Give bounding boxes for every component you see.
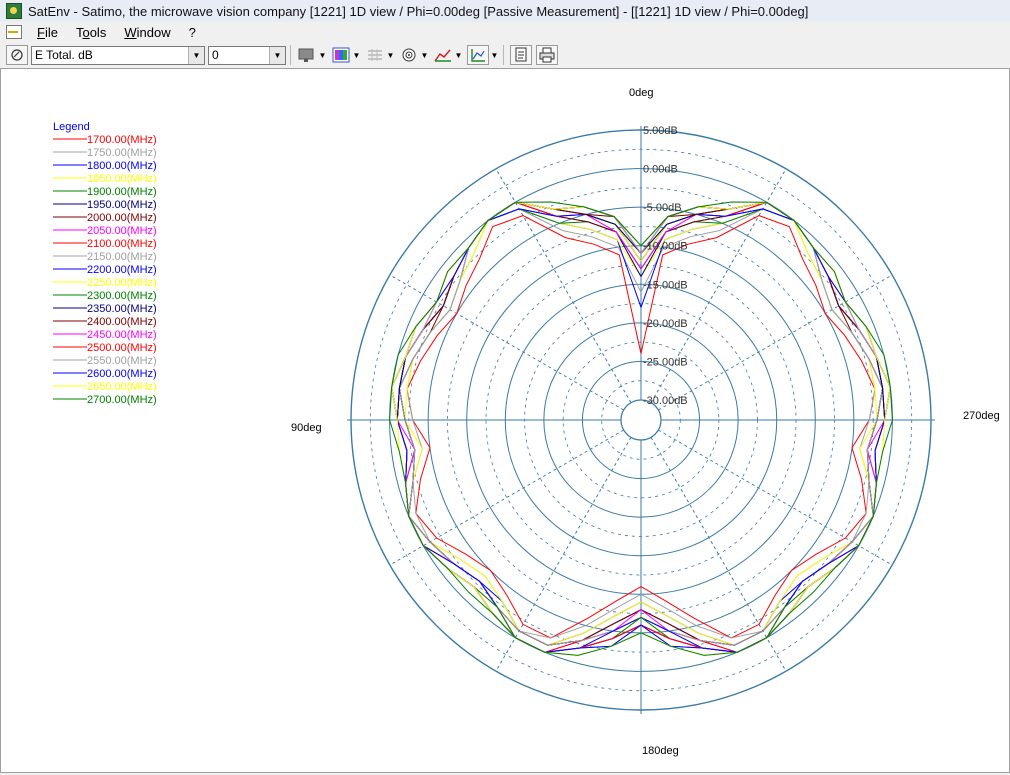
legend-entry: 2350.00(MHz) [87, 303, 157, 315]
monitor-icon [298, 48, 314, 62]
select-tool-icon [11, 49, 23, 61]
print-icon [539, 47, 555, 63]
ring-label: -30.00dB [643, 395, 688, 407]
polar-view-button[interactable] [399, 45, 419, 65]
angle-label-0: 0deg [629, 87, 653, 99]
menu-window[interactable]: Window [115, 25, 179, 40]
menu-file[interactable]: File [28, 25, 67, 40]
legend-entry: 2500.00(MHz) [87, 342, 157, 354]
print-button[interactable] [536, 45, 558, 65]
ring-label: 0.00dB [643, 164, 678, 176]
cartesian-icon [471, 49, 485, 62]
angle-label-90: 90deg [291, 422, 322, 434]
polar-plot: 5.00dB 0.00dB -5.00dB -10.00dB -15.00dB -20.0… [53, 87, 1000, 757]
legend-entry: 2650.00(MHz) [87, 381, 157, 393]
polar-view-dropdown[interactable]: ▼ [420, 45, 429, 65]
grid-button[interactable] [365, 45, 385, 65]
polar-icon [402, 48, 416, 62]
legend-title: Legend [53, 121, 90, 133]
cartesian-button[interactable] [467, 45, 489, 65]
legend-entry: 2050.00(MHz) [87, 225, 157, 237]
plot-canvas: 5.00dB 0.00dB -5.00dB -10.00dB -15.00dB -20.0… [0, 69, 1010, 773]
legend-entry: 2300.00(MHz) [87, 290, 157, 302]
ring-label: -20.00dB [643, 318, 688, 330]
menu-tools[interactable]: Tools [67, 25, 115, 40]
display-mode-button[interactable] [297, 45, 317, 65]
legend-entry: 1950.00(MHz) [87, 199, 157, 211]
legend-entry: 1700.00(MHz) [87, 134, 157, 146]
chevron-down-icon: ▼ [269, 46, 285, 64]
legend-entry: 2700.00(MHz) [87, 394, 157, 406]
legend-entry: 2600.00(MHz) [87, 368, 157, 380]
color-map-button[interactable] [331, 45, 351, 65]
index-select[interactable]: 0 ▼ [208, 45, 286, 65]
menu-help[interactable]: ? [180, 25, 205, 40]
display-mode-dropdown[interactable]: ▼ [318, 45, 327, 65]
ring-label: -10.00dB [643, 241, 688, 253]
ring-label: 5.00dB [643, 125, 678, 137]
line-plot-dropdown[interactable]: ▼ [454, 45, 463, 65]
legend-entry: 1850.00(MHz) [87, 173, 157, 185]
legend: Legend 1700.00(MHz)1750.00(MHz)1800.00(M… [53, 121, 157, 406]
ring-label: -25.00dB [643, 356, 688, 368]
legend-entry: 1750.00(MHz) [87, 147, 157, 159]
menu-bar: File Tools Window ? [0, 22, 1010, 42]
color-map-icon [332, 47, 350, 63]
legend-entry: 2250.00(MHz) [87, 277, 157, 289]
legend-entry: 2000.00(MHz) [87, 212, 157, 224]
toolbar-separator [290, 45, 291, 65]
angle-label-180: 180deg [642, 745, 679, 757]
legend-entry: 2400.00(MHz) [87, 316, 157, 328]
legend-entry: 2100.00(MHz) [87, 238, 157, 250]
color-map-dropdown[interactable]: ▼ [352, 45, 361, 65]
copy-button[interactable] [510, 45, 532, 65]
quantity-select[interactable]: E Total. dB ▼ [31, 45, 205, 65]
line-plot-icon [434, 49, 451, 62]
document-menu-icon[interactable] [6, 25, 22, 39]
ring-label: -5.00dB [643, 202, 682, 214]
toolbar-separator [503, 45, 504, 65]
polar-grid [347, 126, 935, 714]
legend-entry: 2150.00(MHz) [87, 251, 157, 263]
window-title: SatEnv - Satimo, the microwave vision co… [28, 3, 809, 19]
legend-entry: 2200.00(MHz) [87, 264, 157, 276]
chevron-down-icon: ▼ [188, 46, 204, 64]
toolbar: E Total. dB ▼ 0 ▼ ▼ ▼ ▼ ▼ ▼ ▼ [0, 42, 1010, 69]
ring-labels: 5.00dB 0.00dB -5.00dB -10.00dB -15.00dB -20.0… [643, 125, 688, 407]
grid-icon [368, 49, 382, 61]
ring-label: -15.00dB [643, 279, 688, 291]
angle-label-270: 270deg [963, 410, 1000, 422]
legend-entry: 2550.00(MHz) [87, 355, 157, 367]
app-icon [6, 3, 22, 19]
title-bar: SatEnv - Satimo, the microwave vision co… [0, 0, 1010, 23]
select-tool-button[interactable] [6, 45, 28, 65]
legend-entry: 2450.00(MHz) [87, 329, 157, 341]
line-plot-button[interactable] [433, 45, 453, 65]
grid-dropdown[interactable]: ▼ [386, 45, 395, 65]
legend-entry: 1900.00(MHz) [87, 186, 157, 198]
cartesian-dropdown[interactable]: ▼ [490, 45, 499, 65]
legend-entry: 1800.00(MHz) [87, 160, 157, 172]
copy-icon [515, 47, 527, 62]
